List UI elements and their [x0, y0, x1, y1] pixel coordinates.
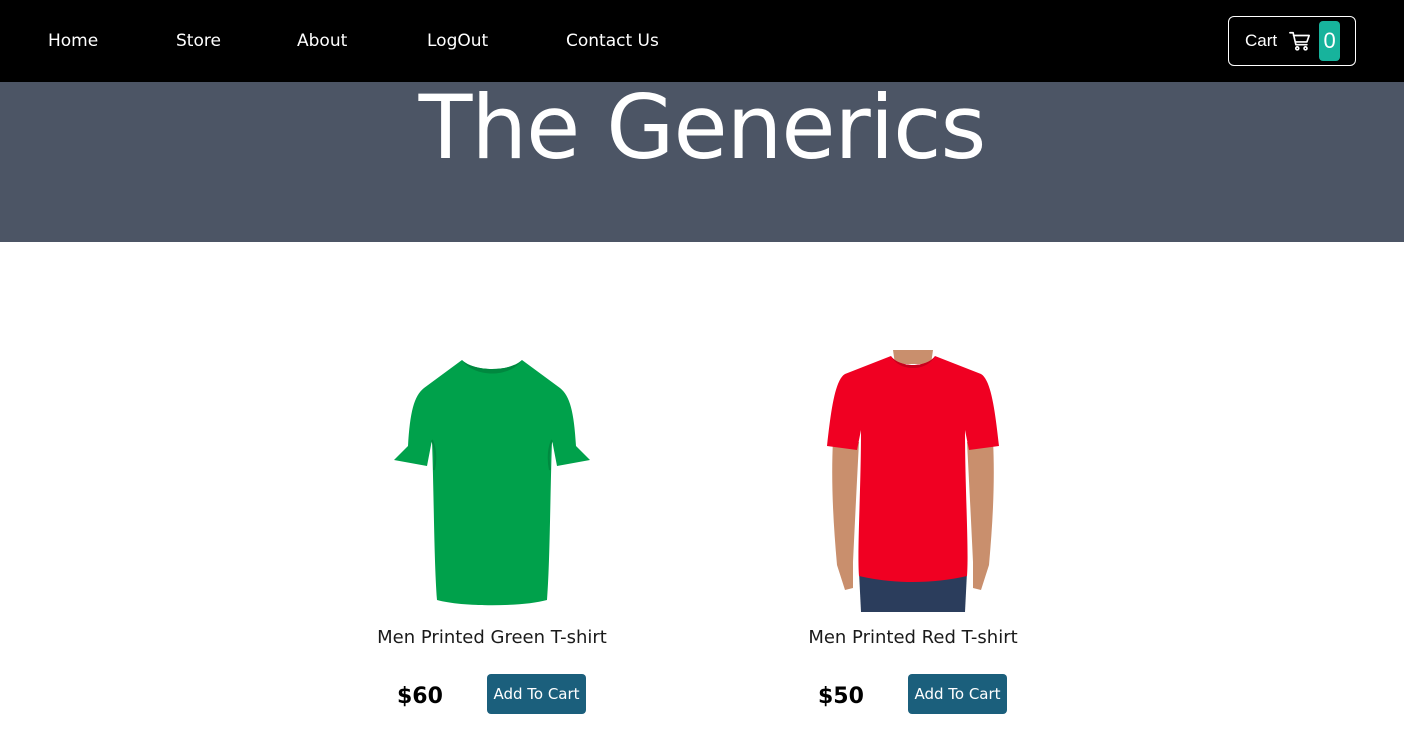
product-title: Men Printed Green T-shirt: [377, 627, 607, 648]
nav-link-about[interactable]: About: [297, 30, 347, 52]
nav-link-store[interactable]: Store: [176, 30, 221, 52]
green-tshirt-image: [394, 360, 590, 606]
nav-link-home[interactable]: Home: [48, 30, 98, 52]
hero-title: The Generics: [418, 82, 987, 179]
top-navbar: Home Store About LogOut Contact Us Cart …: [0, 0, 1404, 82]
add-to-cart-button[interactable]: Add To Cart: [908, 674, 1007, 714]
product-price: $60: [397, 684, 443, 709]
hero-banner: The Generics: [0, 82, 1404, 242]
product-price: $50: [818, 684, 864, 709]
red-tshirt-image: [827, 350, 999, 612]
cart-button[interactable]: Cart 0: [1228, 16, 1356, 66]
nav-link-logout[interactable]: LogOut: [427, 30, 488, 52]
nav-link-contact-us[interactable]: Contact Us: [566, 30, 659, 52]
cart-icon: [1289, 31, 1311, 51]
cart-label: Cart: [1245, 31, 1278, 50]
add-to-cart-button[interactable]: Add To Cart: [487, 674, 586, 714]
cart-count-badge: 0: [1319, 21, 1341, 61]
product-title: Men Printed Red T-shirt: [808, 627, 1018, 648]
